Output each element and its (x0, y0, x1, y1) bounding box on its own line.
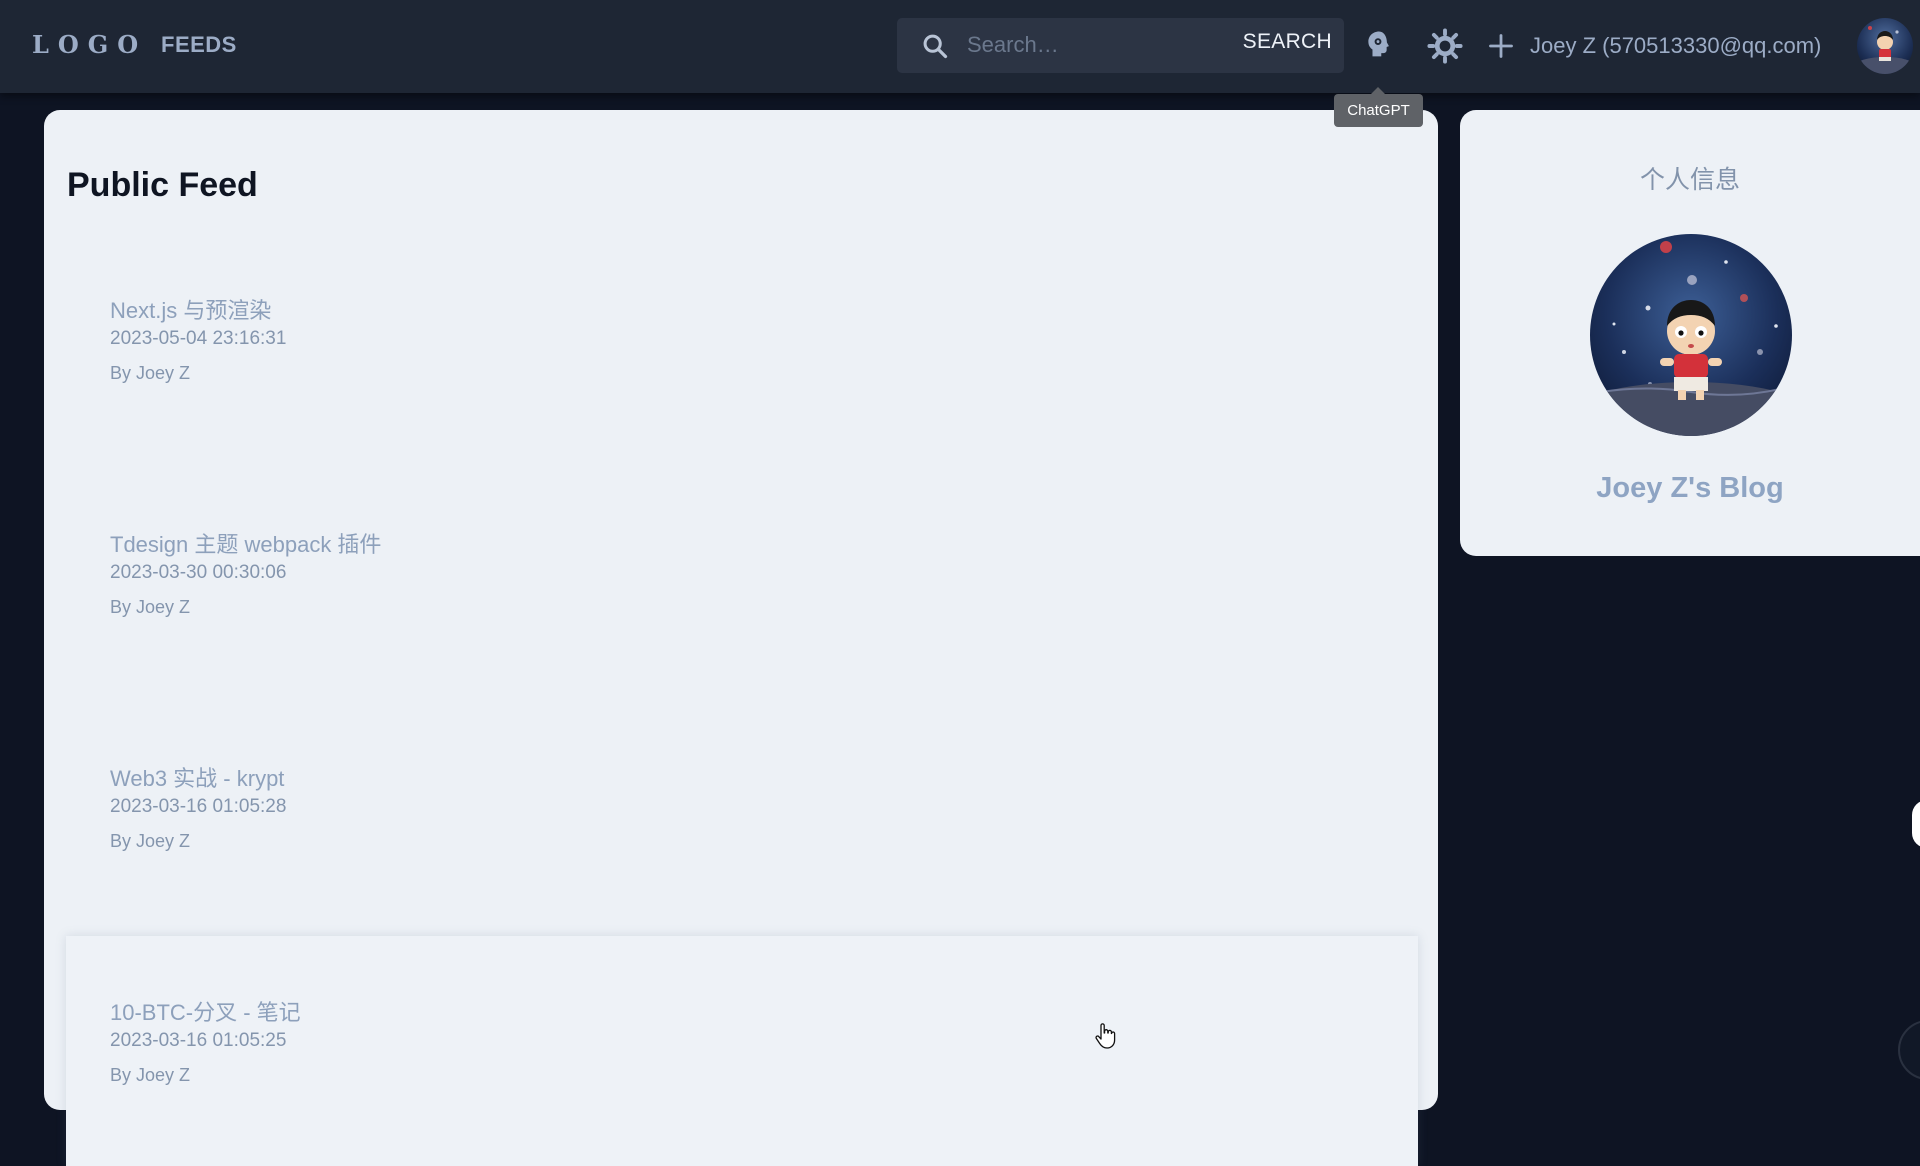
feed-item-author: By Joey Z (110, 363, 191, 383)
search-button[interactable]: SEARCH (1243, 30, 1332, 54)
floating-action-button[interactable] (1898, 1020, 1920, 1080)
top-navbar: LOGO FEEDS SEARCH Joey Z (5705133 (0, 0, 1920, 93)
sun-icon[interactable] (1427, 28, 1463, 64)
feed-item-author: By Joey Z (110, 1065, 191, 1085)
user-account-label[interactable]: Joey Z (570513330@qq.com) (1530, 33, 1821, 59)
hand-cursor-icon (1095, 1023, 1116, 1049)
profile-card: 个人信息 Joey Z's Blog (1460, 110, 1920, 556)
nav-feeds-link[interactable]: FEEDS (161, 32, 237, 58)
side-toggle-button[interactable] (1912, 800, 1920, 848)
feed-item-title[interactable]: Web3 实战 - krypt (110, 761, 284, 793)
search-input[interactable] (965, 28, 1215, 62)
feed-item-author: By Joey Z (110, 597, 191, 617)
profile-heading: 个人信息 (1639, 166, 1740, 194)
avatar[interactable] (1857, 18, 1913, 74)
chatgpt-brain-icon[interactable] (1362, 27, 1396, 63)
blog-name[interactable]: Joey Z's Blog (1460, 472, 1920, 505)
feed-item-date: 2023-03-16 01:05:28 (110, 796, 287, 817)
public-feed-card: Public Feed Next.js 与预渲染 2023-05-04 23:1… (44, 110, 1438, 1166)
feed-item[interactable]: 10-BTC-分叉 - 笔记 2023-03-16 01:05:25 By Jo… (66, 936, 1418, 1166)
logo[interactable]: LOGO (32, 30, 147, 59)
feed-item[interactable]: Web3 实战 - krypt 2023-03-16 01:05:28 By J… (66, 738, 1418, 968)
feed-item-title[interactable]: Tdesign 主题 webpack 插件 (110, 527, 381, 559)
feed-item-date: 2023-03-16 01:05:25 (110, 1030, 287, 1051)
feed-item-author: By Joey Z (110, 831, 191, 851)
feed-item-date: 2023-03-30 00:30:06 (110, 562, 287, 583)
chatgpt-tooltip: ChatGPT (1334, 87, 1423, 127)
page-title: Public Feed (67, 166, 258, 204)
feed-item-title[interactable]: Next.js 与预渲染 (110, 293, 271, 325)
feed-item-date: 2023-05-04 23:16:31 (110, 328, 287, 349)
feed-item[interactable]: Next.js 与预渲染 2023-05-04 23:16:31 By Joey… (66, 270, 1418, 500)
feed-item[interactable]: Tdesign 主题 webpack 插件 2023-03-30 00:30:0… (66, 504, 1418, 734)
search-icon (923, 34, 948, 59)
feed-item-title[interactable]: 10-BTC-分叉 - 笔记 (110, 995, 301, 1027)
plus-icon[interactable] (1487, 32, 1515, 60)
profile-avatar (1590, 234, 1792, 436)
search-bar: SEARCH (897, 18, 1344, 73)
